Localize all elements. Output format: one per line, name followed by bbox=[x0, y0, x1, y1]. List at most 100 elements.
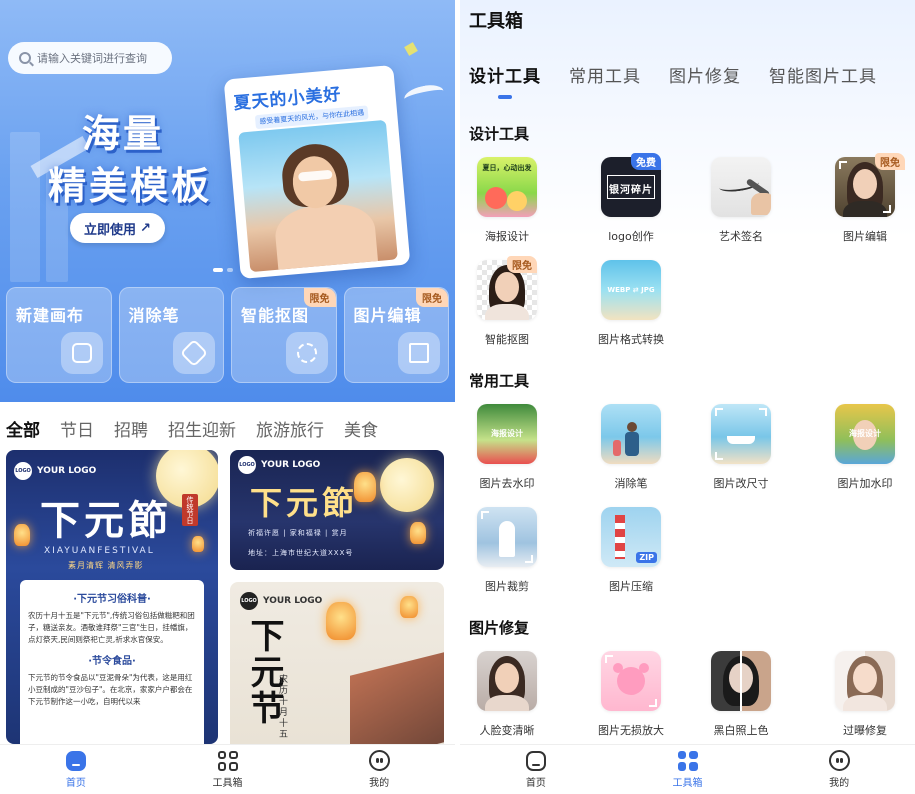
quick-action-eraser[interactable]: 消除笔 bbox=[118, 287, 224, 383]
tab-image-repair[interactable]: 图片修复 bbox=[669, 62, 741, 87]
lantern-decoration bbox=[192, 536, 204, 552]
free-badge: 限免 bbox=[507, 256, 537, 273]
template-paragraph: 农历十月十五是"下元节",传统习俗包括做糍粑和团子，糖送亲友。酒敬谁拜祭"三官"… bbox=[28, 611, 195, 644]
quick-action-cutout[interactable]: 限免 智能抠图 bbox=[231, 287, 337, 383]
face-enhance-icon bbox=[477, 651, 537, 711]
lantern-decoration bbox=[14, 524, 30, 546]
bottom-tabbar: 首页 工具箱 我的 bbox=[0, 744, 455, 794]
tool-colorize[interactable]: 黑白照上色 bbox=[691, 651, 791, 738]
category-tab-food[interactable]: 美食 bbox=[344, 416, 378, 450]
quick-action-label: 新建画布 bbox=[16, 306, 85, 325]
tool-add-watermark[interactable]: 海报设计 图片加水印 bbox=[815, 404, 915, 491]
upscale-icon bbox=[601, 651, 661, 711]
carousel-dots[interactable] bbox=[213, 268, 233, 272]
tab-toolbox[interactable]: 工具箱 bbox=[152, 745, 304, 794]
category-tab-enrollment[interactable]: 招生迎新 bbox=[168, 416, 236, 450]
tool-image-edit[interactable]: 限免 图片编辑 bbox=[815, 153, 915, 244]
template-address: 地址：上海市世纪大道XXX号 bbox=[248, 549, 354, 557]
quick-action-image-edit[interactable]: 限免 图片编辑 bbox=[343, 287, 449, 383]
tool-smart-cutout[interactable]: 限免 智能抠图 bbox=[460, 256, 557, 347]
section-title-common: 常用工具 bbox=[469, 372, 530, 390]
tab-label: 我的 bbox=[829, 778, 850, 789]
search-icon bbox=[19, 52, 31, 64]
hero-banner[interactable]: 海量 精美模板 立即使用 ↗ 夏天的小美好 感受着夏天的风光，与你在此相遇 新建… bbox=[0, 0, 455, 402]
tool-name: 智能抠图 bbox=[485, 333, 529, 346]
template-card[interactable]: LOGO YOUR LOGO 下元節 祈福许愿 | 家和福禄 | 赏月 地址：上海… bbox=[230, 450, 444, 570]
template-logo: LOGO YOUR LOGO bbox=[14, 462, 96, 480]
category-tab-travel[interactable]: 旅游旅行 bbox=[256, 416, 324, 450]
tab-toolbox[interactable]: 工具箱 bbox=[612, 745, 764, 794]
template-logo: LOGO YOUR LOGO bbox=[240, 592, 322, 610]
template-body: ·下元节习俗科普· 农历十月十五是"下元节",传统习俗包括做糍粑和团子，糖送亲友… bbox=[20, 580, 204, 744]
add-watermark-icon: 海报设计 bbox=[835, 404, 895, 464]
tab-home[interactable]: 首页 bbox=[0, 745, 152, 794]
category-tabs: 全部 节日 招聘 招生迎新 旅游旅行 美食 bbox=[0, 416, 455, 450]
quick-action-label: 图片编辑 bbox=[353, 306, 422, 325]
quick-action-label: 智能抠图 bbox=[241, 306, 310, 325]
profile-icon bbox=[828, 750, 850, 771]
tool-format-convert[interactable]: WEBP ⇄ JPG 图片格式转换 bbox=[581, 260, 681, 347]
moon-decoration bbox=[380, 458, 434, 512]
tool-face-enhance[interactable]: 人脸变清晰 bbox=[460, 651, 557, 738]
exposure-fix-icon bbox=[835, 651, 895, 711]
colorize-icon bbox=[711, 651, 771, 711]
tool-resize[interactable]: 图片改尺寸 bbox=[691, 404, 791, 491]
search-bar[interactable] bbox=[8, 42, 172, 74]
quick-action-new-canvas[interactable]: 新建画布 bbox=[6, 287, 112, 383]
category-tab-festival[interactable]: 节日 bbox=[60, 416, 94, 450]
tab-common-tools[interactable]: 常用工具 bbox=[569, 62, 641, 87]
tab-profile[interactable]: 我的 bbox=[763, 745, 915, 794]
tool-poster-design[interactable]: 夏日，心动出发 海报设计 bbox=[460, 157, 557, 244]
toolbox-icon bbox=[677, 750, 698, 771]
banner-title-line2: 精美模板 bbox=[48, 164, 213, 208]
tool-name: 图片编辑 bbox=[843, 230, 887, 243]
section-title-repair: 图片修复 bbox=[469, 619, 530, 637]
tool-remove-watermark[interactable]: 海报设计 图片去水印 bbox=[460, 404, 557, 491]
lantern-decoration bbox=[354, 472, 376, 502]
home-icon bbox=[525, 750, 546, 771]
tool-name: 黑白照上色 bbox=[713, 724, 769, 737]
template-en-title: XIAYUANFESTIVAL bbox=[44, 546, 155, 556]
toolbox-icon bbox=[217, 750, 238, 771]
template-card[interactable]: LOGO YOUR LOGO 下元节 农历十月十五 bbox=[230, 582, 444, 744]
banner-use-now-button[interactable]: 立即使用 ↗ bbox=[70, 213, 165, 243]
tab-label: 首页 bbox=[525, 777, 546, 789]
tab-design-tools[interactable]: 设计工具 bbox=[469, 62, 541, 99]
tool-eraser-pen[interactable]: 消除笔 bbox=[581, 404, 681, 491]
quick-actions: 新建画布 消除笔 限免 智能抠图 限免 图片编辑 bbox=[6, 287, 449, 383]
tool-art-signature[interactable]: 艺术签名 bbox=[691, 157, 791, 244]
template-logo: LOGO YOUR LOGO bbox=[238, 456, 320, 474]
template-card[interactable]: LOGO YOUR LOGO 下元節 传统节日 XIAYUANFESTIVAL 素… bbox=[6, 450, 218, 744]
cutout-icon bbox=[285, 332, 328, 374]
lantern-decoration bbox=[410, 522, 426, 544]
tool-name: 艺术签名 bbox=[719, 230, 763, 243]
tab-profile[interactable]: 我的 bbox=[303, 745, 455, 794]
bird-decoration bbox=[402, 82, 446, 108]
tool-name: 图片改尺寸 bbox=[713, 477, 769, 490]
tool-name: 图片格式转换 bbox=[598, 333, 664, 346]
arrow-icon: ↗ bbox=[140, 220, 151, 236]
tool-logo-create[interactable]: 银河碎片 免费 logo创作 bbox=[581, 153, 681, 244]
profile-icon bbox=[368, 750, 390, 771]
category-tab-recruit[interactable]: 招聘 bbox=[114, 416, 148, 450]
tool-upscale[interactable]: 图片无损放大 bbox=[581, 651, 681, 738]
template-seal: 传统节日 bbox=[182, 494, 198, 526]
home-screen: 海量 精美模板 立即使用 ↗ 夏天的小美好 感受着夏天的风光，与你在此相遇 新建… bbox=[0, 0, 455, 794]
free-badge: 限免 bbox=[875, 153, 905, 170]
banner-cta-label: 立即使用 bbox=[84, 222, 137, 238]
page-title: 工具箱 bbox=[469, 11, 523, 32]
tool-name: 人脸变清晰 bbox=[479, 724, 535, 737]
tab-home[interactable]: 首页 bbox=[460, 745, 612, 794]
lantern-decoration bbox=[326, 602, 356, 640]
resize-icon bbox=[711, 404, 771, 464]
tool-compress[interactable]: ZIP 图片压缩 bbox=[581, 507, 681, 594]
quick-action-label: 消除笔 bbox=[128, 306, 180, 325]
compress-icon: ZIP bbox=[601, 507, 661, 567]
search-input[interactable] bbox=[37, 51, 167, 65]
category-tab-all[interactable]: 全部 bbox=[6, 416, 40, 450]
tool-exposure-fix[interactable]: 过曝修复 bbox=[815, 651, 915, 738]
tab-smart-image-tools[interactable]: 智能图片工具 bbox=[769, 62, 877, 87]
tool-name: 图片压缩 bbox=[609, 580, 653, 593]
home-icon bbox=[65, 750, 86, 771]
tool-crop-image[interactable]: 图片裁剪 bbox=[460, 507, 557, 594]
